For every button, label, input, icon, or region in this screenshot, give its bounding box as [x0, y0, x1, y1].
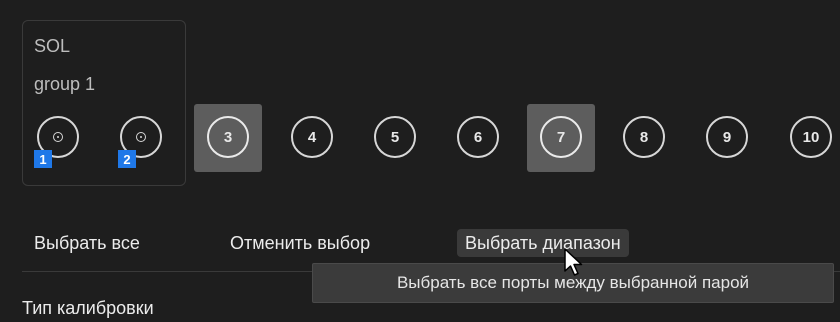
port-9-button[interactable]: 9	[706, 116, 748, 158]
port-3-button[interactable]: 3	[207, 116, 249, 158]
port-connector-icon	[136, 132, 146, 142]
group-kit-name: SOL	[34, 36, 71, 56]
deselect-button[interactable]: Отменить выбор	[230, 229, 370, 257]
port-badge-1: 1	[34, 150, 52, 168]
port-connector-icon	[53, 132, 63, 142]
port-8-button[interactable]: 8	[623, 116, 665, 158]
port-badge-2: 2	[118, 150, 136, 168]
port-7-button[interactable]: 7	[540, 116, 582, 158]
port-5-button[interactable]: 5	[374, 116, 416, 158]
select-range-button[interactable]: Выбрать диапазон	[457, 229, 629, 257]
mouse-cursor-icon	[564, 248, 583, 276]
calibration-type-heading: Тип калибровки	[22, 298, 154, 318]
group-label: group 1	[34, 74, 96, 94]
port-4-button[interactable]: 4	[291, 116, 333, 158]
port-10-button[interactable]: 10	[790, 116, 832, 158]
select-all-button[interactable]: Выбрать все	[34, 229, 140, 257]
port-6-button[interactable]: 6	[457, 116, 499, 158]
